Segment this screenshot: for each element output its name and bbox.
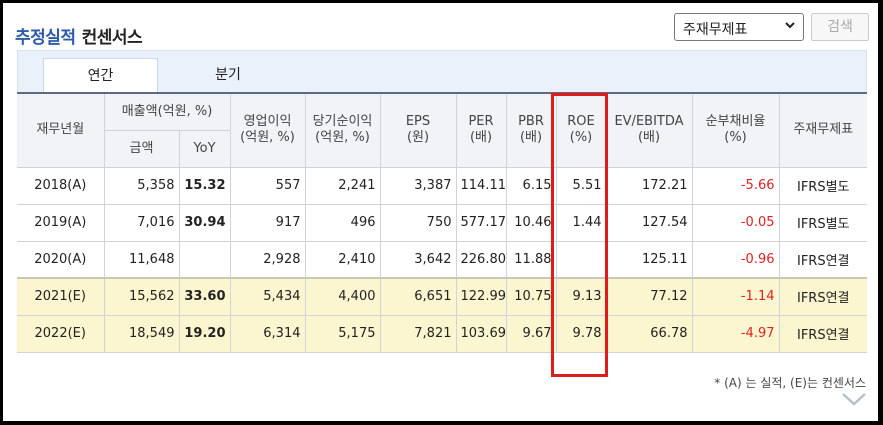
table-row-estimate: 2021(E) 15,562 33.60 5,434 4,400 6,651 1…	[17, 277, 867, 316]
table-row-estimate: 2022(E) 18,549 19.20 6,314 5,175 7,821 1…	[17, 314, 867, 353]
cell-op: 557	[229, 166, 306, 205]
cell-sales: 18,549	[103, 314, 180, 353]
cell-op: 6,314	[229, 314, 306, 353]
col-header-sales: 매출액(억원, %)	[103, 92, 231, 131]
cell-roe	[555, 240, 607, 279]
cell-debt: -0.96	[691, 240, 780, 279]
cell-pbr: 11.88	[505, 240, 557, 279]
cell-op: 2,928	[229, 240, 306, 279]
cell-per: 122.99	[455, 277, 507, 316]
col-header-pbr: PBR (배)	[505, 92, 557, 168]
col-header-eps: EPS (원)	[379, 92, 457, 168]
cell-yoy: 33.60	[178, 277, 231, 316]
col-header-net-profit: 당기순이익 (억원, %)	[304, 92, 381, 168]
cell-yoy: 30.94	[178, 203, 231, 242]
cell-std: IFRS연결	[778, 314, 867, 353]
cell-eps: 3,642	[379, 240, 457, 279]
cell-pbr: 10.46	[505, 203, 557, 242]
cell-per: 114.11	[455, 166, 507, 205]
cell-eps: 750	[379, 203, 457, 242]
cell-pbr: 10.75	[505, 277, 557, 316]
cell-std: IFRS연결	[778, 240, 867, 279]
cell-net: 2,241	[304, 166, 381, 205]
cell-net: 5,175	[304, 314, 381, 353]
cell-eps: 6,651	[379, 277, 457, 316]
cell-roe: 9.13	[555, 277, 607, 316]
cell-roe: 1.44	[555, 203, 607, 242]
chevron-down-icon	[785, 22, 795, 29]
consensus-table: 재무년월 매출액(억원, %) 영업이익 (억원, %) 당기순이익 (억원, …	[17, 92, 867, 353]
cell-roe: 9.78	[555, 314, 607, 353]
title-primary: 추정실적	[15, 28, 76, 48]
cell-pbr: 9.67	[505, 314, 557, 353]
cell-sales: 5,358	[103, 166, 180, 205]
chevron-down-icon[interactable]	[839, 391, 869, 407]
cell-std: IFRS별도	[778, 203, 867, 242]
cell-std: IFRS별도	[778, 166, 867, 205]
table-row: 2019(A) 7,016 30.94 917 496 750 577.17 1…	[17, 203, 867, 242]
cell-debt: -1.14	[691, 277, 780, 316]
col-header-year: 재무년월	[17, 92, 105, 168]
cell-sales: 11,648	[103, 240, 180, 279]
cell-pbr: 6.15	[505, 166, 557, 205]
col-header-sales-amount: 금액	[104, 129, 180, 168]
cell-debt: -5.66	[691, 166, 780, 205]
table-row: 2020(A) 11,648 2,928 2,410 3,642 226.80 …	[17, 240, 867, 279]
cell-yoy	[178, 240, 231, 279]
cell-year: 2021(E)	[17, 277, 105, 316]
consensus-panel: 추정실적 컨센서스 주재무제표 검색 연간 분기 재무년월 매출액(억원, %) …	[3, 3, 878, 421]
cell-ev: 66.78	[605, 314, 693, 353]
cell-sales: 7,016	[103, 203, 180, 242]
cell-ev: 77.12	[605, 277, 693, 316]
col-header-per: PER (배)	[455, 92, 507, 168]
title-secondary: 컨센서스	[81, 28, 143, 48]
col-header-statement: 주재무제표	[778, 92, 867, 168]
cell-per: 577.17	[455, 203, 507, 242]
cell-eps: 3,387	[379, 166, 457, 205]
cell-net: 2,410	[304, 240, 381, 279]
col-header-roe: ROE (%)	[555, 92, 607, 168]
cell-roe: 5.51	[555, 166, 607, 205]
statement-select-value: 주재무제표	[683, 22, 748, 38]
tab-quarterly[interactable]: 분기	[178, 58, 278, 93]
cell-debt: -4.97	[691, 314, 780, 353]
table-row: 2018(A) 5,358 15.32 557 2,241 3,387 114.…	[17, 166, 867, 205]
cell-per: 226.80	[455, 240, 507, 279]
col-header-op-profit: 영업이익 (억원, %)	[229, 92, 306, 168]
cell-sales: 15,562	[103, 277, 180, 316]
footnote: * (A) 는 실적, (E)는 컨센서스	[714, 376, 866, 390]
cell-year: 2018(A)	[17, 166, 105, 205]
cell-per: 103.69	[455, 314, 507, 353]
cell-ev: 127.54	[605, 203, 693, 242]
panel-title: 추정실적 컨센서스	[15, 23, 143, 48]
cell-ev: 172.21	[605, 166, 693, 205]
cell-ev: 125.11	[605, 240, 693, 279]
cell-op: 5,434	[229, 277, 306, 316]
tab-annual[interactable]: 연간	[43, 58, 158, 93]
cell-eps: 7,821	[379, 314, 457, 353]
cell-year: 2020(A)	[17, 240, 105, 279]
search-button[interactable]: 검색	[811, 13, 869, 41]
cell-yoy: 15.32	[178, 166, 231, 205]
cell-debt: -0.05	[691, 203, 780, 242]
cell-year: 2019(A)	[17, 203, 105, 242]
col-header-sales-yoy: YoY	[178, 129, 230, 168]
cell-std: IFRS연결	[778, 277, 867, 316]
cell-op: 917	[229, 203, 306, 242]
cell-yoy: 19.20	[178, 314, 231, 353]
statement-select[interactable]: 주재무제표	[674, 13, 804, 41]
cell-year: 2022(E)	[17, 314, 105, 353]
col-header-debt-ratio: 순부채비율 (%)	[691, 92, 780, 168]
col-header-ev-ebitda: EV/EBITDA (배)	[605, 92, 693, 168]
cell-net: 4,400	[304, 277, 381, 316]
period-tabs: 연간 분기	[17, 50, 867, 93]
cell-net: 496	[304, 203, 381, 242]
